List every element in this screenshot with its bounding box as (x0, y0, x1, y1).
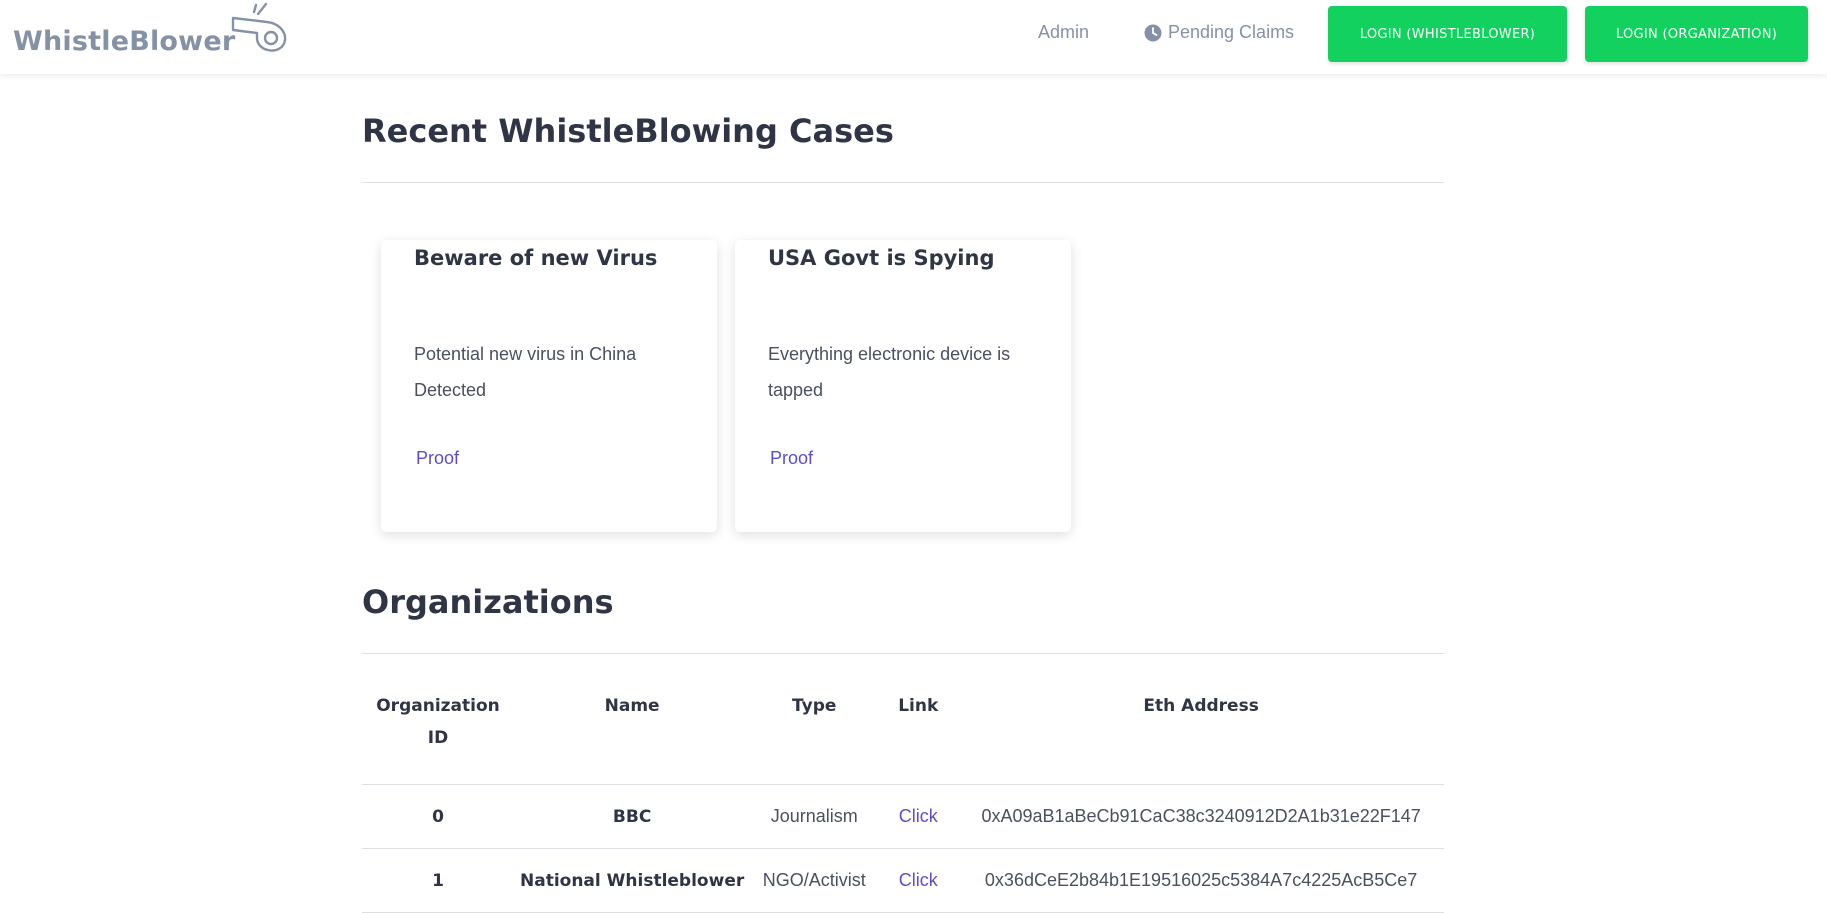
column-header-link: Link (878, 690, 959, 785)
case-card: Beware of new Virus Potential new virus … (381, 240, 717, 532)
clock-icon (1144, 24, 1162, 41)
case-card: USA Govt is Spying Everything electronic… (735, 240, 1071, 532)
pending-claims-label: Pending Claims (1168, 22, 1295, 42)
org-link[interactable]: Click (899, 806, 938, 826)
org-link[interactable]: Click (899, 870, 938, 890)
nav-admin-link[interactable]: Admin (1038, 22, 1089, 43)
org-type-cell: Journalism (750, 784, 879, 849)
login-whistleblower-button[interactable]: LOGIN (WHISTLEBLOWER) (1328, 6, 1567, 62)
org-id-cell: 0 (362, 784, 514, 849)
organizations-table: Organization ID Name Type Link Eth Addre… (362, 690, 1444, 913)
case-proof-link[interactable]: Proof (416, 448, 459, 469)
divider (362, 182, 1444, 183)
org-name-cell: BBC (514, 784, 751, 849)
whistle-icon (231, 2, 287, 52)
divider (362, 653, 1444, 654)
table-row: 0 BBC Journalism Click 0xA09aB1aBeCb91Ca… (362, 784, 1444, 849)
case-card-text: Everything electronic device is tapped (768, 344, 1011, 400)
column-header-type: Type (750, 690, 879, 785)
org-eth-address-cell: 0x36dCeE2b84b1E19516025c5384A7c4225AcB5C… (958, 848, 1444, 913)
column-header-org-id: Organization ID (362, 690, 514, 785)
column-header-name: Name (514, 690, 751, 785)
column-header-eth-address: Eth Address (958, 690, 1444, 785)
org-link-cell: Click (878, 848, 959, 913)
case-card-title: Beware of new Virus (414, 246, 658, 270)
nav-pending-claims-link[interactable]: Pending Claims (1144, 22, 1294, 43)
table-row: 1 National Whistleblower NGO/Activist Cl… (362, 848, 1444, 913)
org-link-cell: Click (878, 784, 959, 849)
org-id-cell: 1 (362, 848, 514, 913)
org-name-cell: National Whistleblower (514, 848, 751, 913)
org-type-cell: NGO/Activist (750, 848, 879, 913)
case-card-title: USA Govt is Spying (768, 246, 995, 270)
brand-logo[interactable]: WhistleBlower (13, 26, 235, 57)
login-organization-button[interactable]: LOGIN (ORGANIZATION) (1585, 6, 1808, 62)
case-proof-link[interactable]: Proof (770, 448, 813, 469)
organizations-section-title: Organizations (362, 583, 614, 621)
case-card-text: Potential new virus in China Detected (414, 344, 637, 400)
cases-section-title: Recent WhistleBlowing Cases (362, 112, 894, 150)
table-header-row: Organization ID Name Type Link Eth Addre… (362, 690, 1444, 785)
navbar: WhistleBlower Admin Pending Claims LOGIN… (0, 0, 1827, 74)
org-eth-address-cell: 0xA09aB1aBeCb91CaC38c3240912D2A1b31e22F1… (958, 784, 1444, 849)
